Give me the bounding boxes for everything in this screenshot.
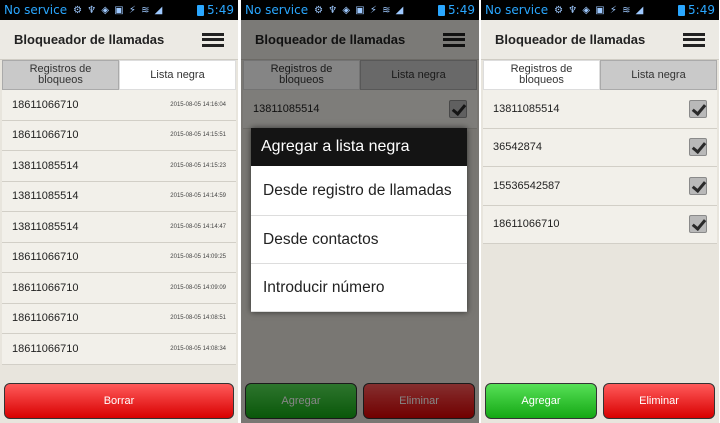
status-bar: No service ⚙ ♆ ◈ ▣ ⚡ ≋ ◢ 5:49 bbox=[241, 0, 479, 20]
list-item[interactable]: 13811085514 2015-08-05 14:15:23 bbox=[2, 151, 236, 182]
phone-number: 18611066710 bbox=[12, 281, 79, 294]
timestamp: 2015-08-05 14:15:51 bbox=[170, 132, 226, 139]
status-icons: ⚙ ♆ ◈ ▣ ⚡ ≋ ◢ bbox=[554, 4, 645, 16]
battery-icon bbox=[197, 4, 205, 16]
carrier-label: No service bbox=[485, 3, 549, 17]
list-item[interactable]: 18611066710 2015-08-05 14:08:34 bbox=[2, 334, 236, 365]
phone-number: 18611066710 bbox=[12, 342, 79, 355]
tab-bar: Registros de bloqueos Lista negra bbox=[483, 60, 717, 90]
app-title: Bloqueador de llamadas bbox=[495, 32, 646, 47]
battery-icon bbox=[438, 4, 446, 16]
screen-add-dialog: No service ⚙ ♆ ◈ ▣ ⚡ ≋ ◢ 5:49 Bloqueador… bbox=[241, 0, 479, 423]
phone-number: 13811085514 bbox=[12, 190, 79, 203]
list-item[interactable]: 18611066710 2015-08-05 14:09:09 bbox=[2, 273, 236, 304]
option-from-contacts[interactable]: Desde contactos bbox=[251, 216, 467, 264]
timestamp: 2015-08-05 14:09:25 bbox=[170, 254, 226, 261]
checkbox[interactable] bbox=[689, 138, 707, 157]
tab-block-log[interactable]: Registros de bloqueos bbox=[2, 60, 119, 90]
list-item[interactable]: 18611066710 2015-08-05 14:08:51 bbox=[2, 303, 236, 334]
list-item[interactable]: 13811085514 2015-08-05 14:14:47 bbox=[2, 212, 236, 243]
list-item[interactable]: 13811085514 bbox=[483, 90, 717, 129]
blacklist-list: 13811085514 36542874 15536542587 1861106… bbox=[483, 90, 717, 244]
phone-number: 36542874 bbox=[493, 141, 542, 154]
app-bar: Bloqueador de llamadas bbox=[0, 20, 238, 60]
list-item[interactable]: 18611066710 2015-08-05 14:09:25 bbox=[2, 242, 236, 273]
clock: 5:49 bbox=[448, 3, 475, 17]
list-item[interactable]: 18611066710 2015-08-05 14:15:51 bbox=[2, 120, 236, 151]
timestamp: 2015-08-05 14:16:04 bbox=[170, 101, 226, 108]
phone-number: 18611066710 bbox=[12, 251, 79, 264]
menu-icon[interactable] bbox=[202, 32, 224, 47]
bottom-bar: Borrar bbox=[4, 383, 234, 419]
status-bar: No service ⚙ ♆ ◈ ▣ ⚡ ≋ ◢ 5:49 bbox=[0, 0, 238, 20]
remove-button[interactable]: Eliminar bbox=[603, 383, 715, 419]
phone-number: 18611066710 bbox=[12, 129, 79, 142]
add-button[interactable]: Agregar bbox=[485, 383, 597, 419]
tab-block-log[interactable]: Registros de bloqueos bbox=[483, 60, 600, 90]
app-bar: Bloqueador de llamadas bbox=[481, 20, 719, 60]
timestamp: 2015-08-05 14:09:09 bbox=[170, 284, 226, 291]
carrier-label: No service bbox=[245, 3, 309, 17]
phone-number: 18611066710 bbox=[12, 98, 79, 111]
list-item[interactable]: 13811085514 2015-08-05 14:14:59 bbox=[2, 181, 236, 212]
phone-number: 13811085514 bbox=[12, 159, 79, 172]
list-item[interactable]: 18611066710 2015-08-05 14:16:04 bbox=[2, 90, 236, 121]
screen-block-log: No service ⚙ ♆ ◈ ▣ ⚡ ≋ ◢ 5:49 Bloqueador… bbox=[0, 0, 238, 423]
status-bar: No service ⚙ ♆ ◈ ▣ ⚡ ≋ ◢ 5:49 bbox=[481, 0, 719, 20]
tab-blacklist[interactable]: Lista negra bbox=[119, 60, 236, 90]
delete-button[interactable]: Borrar bbox=[4, 383, 234, 419]
timestamp: 2015-08-05 14:14:47 bbox=[170, 223, 226, 230]
phone-number: 18611066710 bbox=[493, 218, 560, 231]
checkbox[interactable] bbox=[689, 215, 707, 234]
checkbox[interactable] bbox=[689, 99, 707, 118]
timestamp: 2015-08-05 14:14:59 bbox=[170, 193, 226, 200]
status-icons: ⚙ ♆ ◈ ▣ ⚡ ≋ ◢ bbox=[314, 4, 405, 16]
phone-number: 13811085514 bbox=[12, 220, 79, 233]
list-item[interactable]: 15536542587 bbox=[483, 167, 717, 206]
battery-icon bbox=[678, 4, 686, 16]
block-log-list: 18611066710 2015-08-05 14:16:04 186110667… bbox=[2, 90, 236, 365]
clock: 5:49 bbox=[207, 3, 234, 17]
status-icons: ⚙ ♆ ◈ ▣ ⚡ ≋ ◢ bbox=[73, 4, 164, 16]
add-to-blacklist-dialog: Agregar a lista negra Desde registro de … bbox=[251, 128, 467, 312]
tab-blacklist[interactable]: Lista negra bbox=[600, 60, 717, 90]
screen-blacklist: No service ⚙ ♆ ◈ ▣ ⚡ ≋ ◢ 5:49 Bloqueador… bbox=[481, 0, 719, 423]
list-item[interactable]: 18611066710 bbox=[483, 205, 717, 244]
option-enter-number[interactable]: Introducir número bbox=[251, 264, 467, 312]
phone-number: 13811085514 bbox=[493, 102, 560, 115]
checkbox[interactable] bbox=[689, 176, 707, 195]
bottom-bar: Agregar Eliminar bbox=[485, 383, 715, 419]
timestamp: 2015-08-05 14:08:51 bbox=[170, 315, 226, 322]
option-from-call-log[interactable]: Desde registro de llamadas bbox=[251, 166, 467, 216]
tab-bar: Registros de bloqueos Lista negra bbox=[2, 60, 236, 90]
carrier-label: No service bbox=[4, 3, 68, 17]
timestamp: 2015-08-05 14:15:23 bbox=[170, 162, 226, 169]
list-item[interactable]: 36542874 bbox=[483, 128, 717, 167]
phone-number: 18611066710 bbox=[12, 312, 79, 325]
timestamp: 2015-08-05 14:08:34 bbox=[170, 345, 226, 352]
menu-icon[interactable] bbox=[683, 32, 705, 47]
clock: 5:49 bbox=[688, 3, 715, 17]
dialog-title: Agregar a lista negra bbox=[251, 128, 467, 166]
app-title: Bloqueador de llamadas bbox=[14, 32, 165, 47]
phone-number: 15536542587 bbox=[493, 179, 561, 192]
